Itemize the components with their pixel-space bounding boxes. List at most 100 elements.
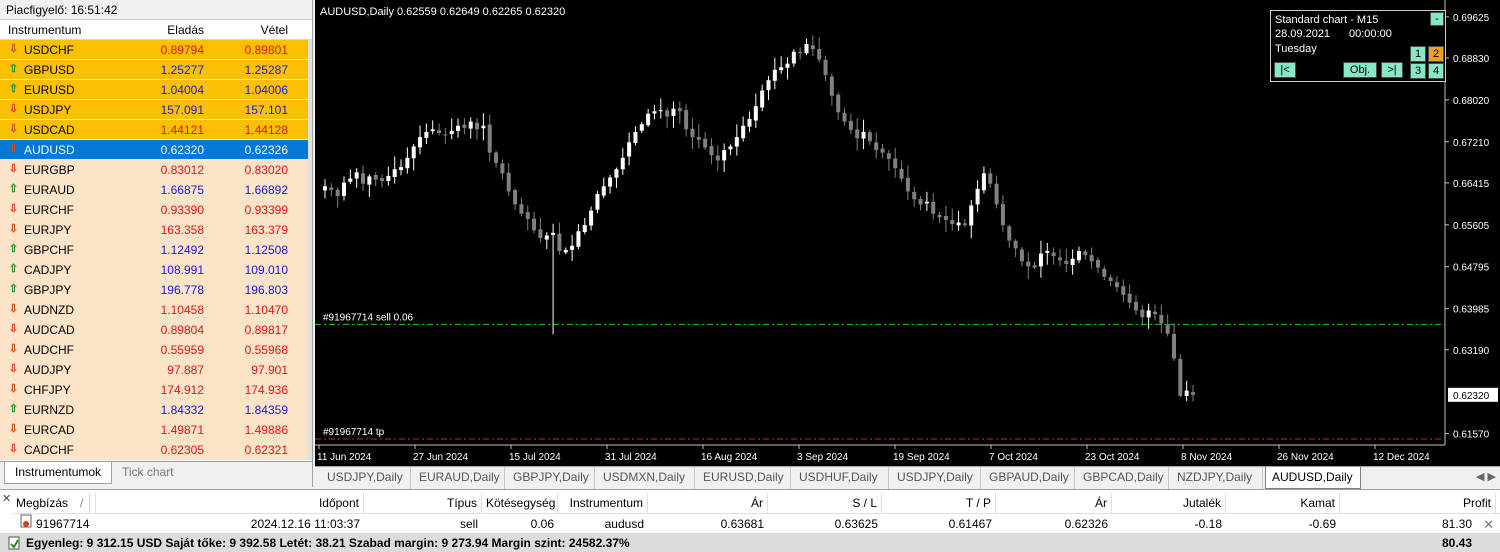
chart-tab-5[interactable]: USDHUF,Daily <box>793 467 889 489</box>
candle <box>513 188 518 211</box>
navigator-grid-1[interactable]: 1 <box>1410 46 1426 62</box>
price-label: 0.68020 <box>1453 96 1490 107</box>
navigator-next-button[interactable]: >| <box>1381 62 1403 78</box>
ask-price: 1.44128 <box>244 123 288 137</box>
symbol-name: USDJPY <box>24 102 72 117</box>
market-watch-row-euraud[interactable]: ⇧ EURAUD 1.66875 1.66892 <box>0 180 312 200</box>
market-watch-row-audusd[interactable]: ⇩ AUDUSD 0.62320 0.62326 <box>0 140 312 160</box>
chart-tab-1[interactable]: EURAUD,Daily <box>413 467 505 489</box>
header-profit[interactable]: Profit <box>1340 493 1496 514</box>
candle <box>1165 314 1170 337</box>
market-watch-row-audjpy[interactable]: ⇩ AUDJPY 97.887 97.901 <box>0 360 312 380</box>
navigator-minimize-button[interactable]: - <box>1430 12 1444 26</box>
market-watch-row-gbpjpy[interactable]: ⇧ GBPJPY 196.778 196.803 <box>0 280 312 300</box>
chart-tab-3[interactable]: USDMXN,Daily <box>597 467 695 489</box>
candle <box>943 205 948 232</box>
chart-tab-9[interactable]: NZDJPY,Daily <box>1171 467 1263 489</box>
market-watch-row-usdcad[interactable]: ⇩ USDCAD 1.44121 1.44128 <box>0 120 312 140</box>
chart-tab-0[interactable]: USDJPY,Daily <box>321 467 411 489</box>
header-commission[interactable]: Jutalék <box>1112 493 1226 514</box>
tab-tick-chart[interactable]: Tick chart <box>112 462 184 484</box>
candle <box>1038 240 1043 278</box>
market-watch-row-audnzd[interactable]: ⇩ AUDNZD 1.10458 1.10470 <box>0 300 312 320</box>
market-watch-scrollbar[interactable] <box>308 40 312 460</box>
market-watch-row-audcad[interactable]: ⇩ AUDCAD 0.89804 0.89817 <box>0 320 312 340</box>
market-watch-row-eurgbp[interactable]: ⇩ EURGBP 0.83012 0.83020 <box>0 160 312 180</box>
ask-price: 97.901 <box>251 363 288 377</box>
candle <box>1140 305 1145 326</box>
tab-instruments[interactable]: Instrumentumok <box>4 462 113 484</box>
arrow-down-icon: ⇩ <box>8 223 19 235</box>
market-watch-row-cadjpy[interactable]: ⇧ CADJPY 108.991 109.010 <box>0 260 312 280</box>
position-row[interactable]: 91967714 2024.12.16 11:03:37 sell 0.06 a… <box>12 514 1500 535</box>
market-watch-row-eurusd[interactable]: ⇧ EURUSD 1.04004 1.04006 <box>0 80 312 100</box>
market-watch-row-gbpusd[interactable]: ⇧ GBPUSD 1.25277 1.25287 <box>0 60 312 80</box>
candle <box>462 118 467 135</box>
candle <box>538 217 543 243</box>
symbol-name: EURJPY <box>24 222 72 237</box>
market-watch-row-cadchf[interactable]: ⇩ CADCHF 0.62305 0.62321 <box>0 440 312 460</box>
candle <box>1133 295 1138 315</box>
candle <box>842 107 847 126</box>
candle <box>576 224 581 250</box>
navigator-objects-button[interactable]: Obj. <box>1343 62 1377 78</box>
navigator-grid-3[interactable]: 3 <box>1410 63 1426 79</box>
candle <box>741 116 746 142</box>
market-watch-row-eurcad[interactable]: ⇩ EURCAD 1.49871 1.49886 <box>0 420 312 440</box>
market-watch-row-eurchf[interactable]: ⇩ EURCHF 0.93390 0.93399 <box>0 200 312 220</box>
arrow-down-icon: ⇩ <box>8 343 19 355</box>
navigator-first-button[interactable]: |< <box>1274 62 1296 78</box>
market-watch-row-usdjpy[interactable]: ⇩ USDJPY 157.091 157.101 <box>0 100 312 120</box>
chart-title: AUDUSD,Daily 0.62559 0.62649 0.62265 0.6… <box>320 6 566 18</box>
chart-tab-2[interactable]: GBPJPY,Daily <box>507 467 595 489</box>
candle <box>715 145 720 171</box>
bid-price: 1.25277 <box>160 63 204 77</box>
chart-tab-10[interactable]: AUDUSD,Daily <box>1265 467 1361 489</box>
chart-tab-8[interactable]: GBPCAD,Daily <box>1077 467 1169 489</box>
ask-price: 1.49886 <box>244 423 288 437</box>
header-swap[interactable]: Kamat <box>1226 493 1340 514</box>
candle <box>1019 247 1024 267</box>
header-price[interactable]: Ár <box>648 493 768 514</box>
market-watch-row-eurnzd[interactable]: ⇧ EURNZD 1.84332 1.84359 <box>0 400 312 420</box>
header-volume[interactable]: Kötésegység <box>482 493 558 514</box>
candle <box>836 92 841 120</box>
tab-scroll-arrows[interactable]: ◀ ▶ <box>1476 470 1496 483</box>
market-watch-row-chfjpy[interactable]: ⇩ CHFJPY 174.912 174.936 <box>0 380 312 400</box>
header-current-price[interactable]: Ár <box>996 493 1112 514</box>
close-position-icon[interactable]: ✕ <box>1483 514 1494 535</box>
column-header-ask[interactable]: Vétel <box>208 20 292 39</box>
candle <box>424 123 429 145</box>
candle <box>861 119 866 150</box>
header-type[interactable]: Típus <box>364 493 482 514</box>
header-sort-icon[interactable]: / <box>76 493 96 514</box>
symbol-name: AUDCAD <box>24 322 75 337</box>
bid-price: 163.358 <box>160 223 204 237</box>
symbol-name: CADJPY <box>24 262 72 277</box>
chart-tab-6[interactable]: USDJPY,Daily <box>891 467 981 489</box>
candle <box>1152 304 1157 321</box>
header-time[interactable]: Időpont <box>162 493 364 514</box>
price-chart[interactable]: 0.69625 0.68830 0.68020 0.67210 0.66415 0.656… <box>315 0 1500 466</box>
candle <box>810 35 815 56</box>
candle <box>924 191 929 211</box>
market-watch-row-usdchf[interactable]: ⇩ USDCHF 0.89794 0.89801 <box>0 40 312 60</box>
navigator-grid-2[interactable]: 2 <box>1428 46 1444 62</box>
terminal-close-icon[interactable]: ✕ <box>2 492 11 505</box>
symbol-name: GBPCHF <box>24 242 75 257</box>
market-watch-row-audchf[interactable]: ⇩ AUDCHF 0.55959 0.55968 <box>0 340 312 360</box>
header-sl[interactable]: S / L <box>768 493 882 514</box>
header-symbol[interactable]: Instrumentum <box>558 493 648 514</box>
candle <box>468 117 473 139</box>
candle <box>677 101 682 124</box>
market-watch-row-eurjpy[interactable]: ⇩ EURJPY 163.358 163.379 <box>0 220 312 240</box>
chart-tab-7[interactable]: GBPAUD,Daily <box>983 467 1075 489</box>
chart-tab-4[interactable]: EURUSD,Daily <box>697 467 791 489</box>
date-label: 11 Jun 2024 <box>317 452 372 463</box>
column-header-bid[interactable]: Eladás <box>126 20 208 39</box>
navigator-grid-4[interactable]: 4 <box>1428 63 1444 79</box>
market-watch-row-gbpchf[interactable]: ⇧ GBPCHF 1.12492 1.12508 <box>0 240 312 260</box>
header-tp[interactable]: T / P <box>882 493 996 514</box>
column-header-symbol[interactable]: Instrumentum <box>0 20 126 39</box>
candle <box>855 117 860 151</box>
